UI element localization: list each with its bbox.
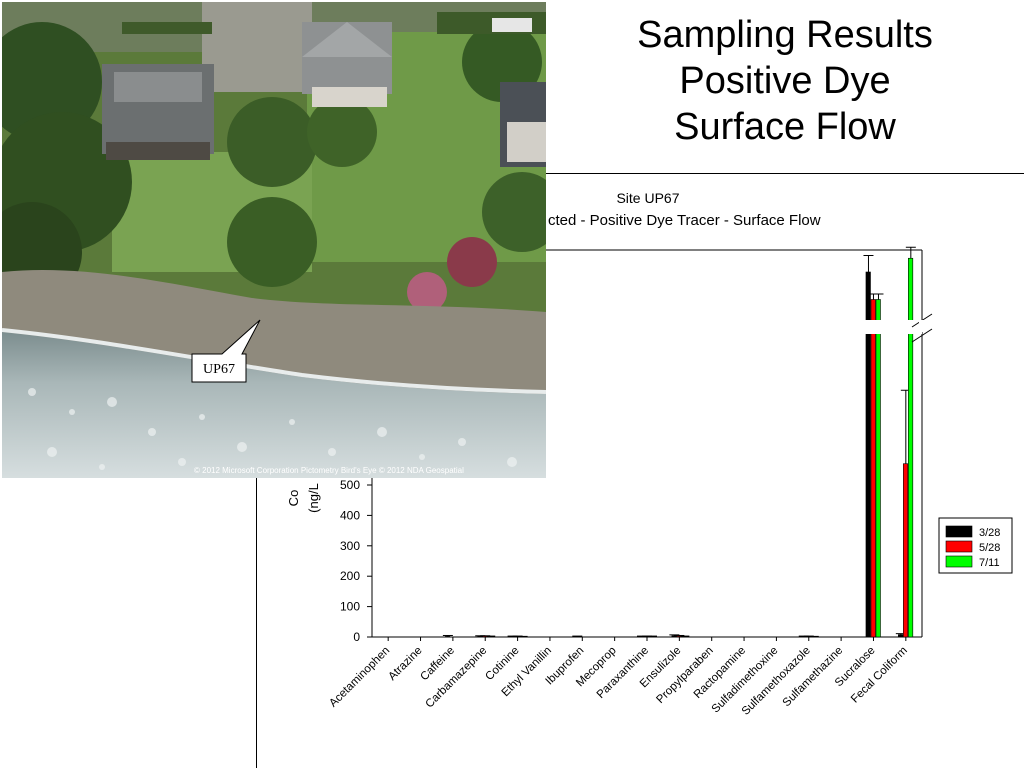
y-tick-label: 200 <box>340 569 360 583</box>
house-center <box>302 22 392 107</box>
bar <box>875 299 881 638</box>
y-tick-label: 300 <box>340 539 360 553</box>
bar <box>870 299 876 638</box>
legend: 3/28 5/28 7/11 <box>938 517 1013 574</box>
y-axis-label-2: (ng/L <box>306 483 321 513</box>
bar <box>445 636 451 638</box>
aerial-photo: UP67 © 2012 Microsoft Corporation Pictom… <box>2 2 546 478</box>
chart-subtitle: cted - Positive Dye Tracer - Surface Flo… <box>548 212 821 229</box>
bar <box>898 634 904 638</box>
x-tick-label: Carbamazepine <box>423 645 489 711</box>
y-tick-label: 500 <box>340 478 360 492</box>
x-tick-label: Atrazine <box>386 645 424 683</box>
bar <box>903 463 909 638</box>
callout-label: UP67 <box>203 362 235 377</box>
legend-swatch <box>945 525 973 538</box>
house-right <box>500 82 546 167</box>
y-axis-label-1: Co <box>286 490 301 507</box>
bar <box>908 257 914 638</box>
y-tick-label: 400 <box>340 508 360 522</box>
legend-swatch <box>945 540 973 553</box>
x-tick-label: Fecal Coliform <box>849 645 910 706</box>
house-left <box>102 64 214 160</box>
y-tick-label: 0 <box>353 630 360 644</box>
legend-label: 3/28 <box>979 527 1000 539</box>
y-tick-label: 100 <box>340 600 360 614</box>
x-tick-label: Acetaminophen <box>327 645 392 710</box>
x-tick-label: Propylparaben <box>654 645 715 706</box>
legend-label: 5/28 <box>979 542 1000 554</box>
legend-label: 7/11 <box>979 557 1000 569</box>
legend-swatch <box>945 555 973 568</box>
chart-title: Site UP67 <box>616 190 679 206</box>
photo-credit: © 2012 Microsoft Corporation Pictometry … <box>194 466 464 475</box>
